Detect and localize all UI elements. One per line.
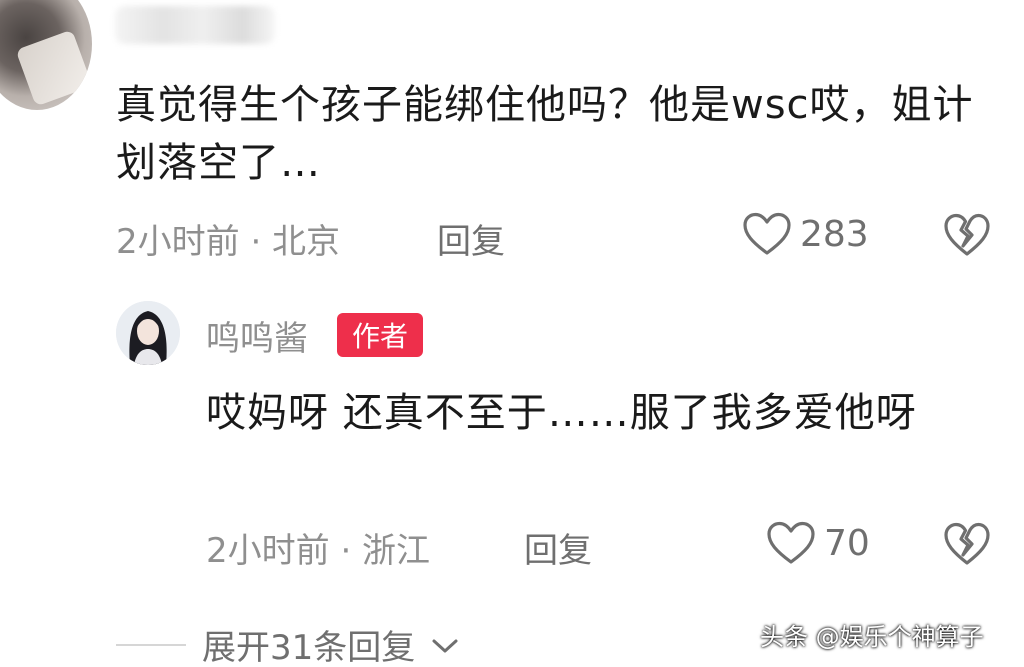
comment-like-button[interactable]: 283	[742, 212, 869, 256]
reply-like-count: 70	[824, 522, 870, 564]
comment-text: 真觉得生个孩子能绑住他吗？他是wsc哎，姐计划落空了…	[116, 82, 974, 186]
broken-heart-icon[interactable]	[943, 522, 991, 570]
commenter-avatar[interactable]	[0, 0, 92, 110]
author-avatar[interactable]	[116, 301, 180, 365]
comment-meta: 2小时前 · 北京	[116, 222, 341, 262]
expand-replies-label: 展开31条回复	[202, 628, 416, 667]
reply-reply-button[interactable]: 回复	[524, 523, 592, 572]
watermark: 头条 @娱乐个神算子	[760, 623, 984, 651]
expand-divider	[116, 643, 186, 646]
heart-icon	[766, 521, 816, 565]
commenter-name-blurred	[115, 6, 275, 44]
comment-reply-button[interactable]: 回复	[437, 214, 505, 263]
comment-thread: 真觉得生个孩子能绑住他吗？他是wsc哎，姐计划落空了… 2小时前 · 北京 回复…	[0, 0, 1024, 667]
reply-like-button[interactable]: 70	[766, 521, 870, 565]
broken-heart-icon[interactable]	[943, 213, 991, 261]
reply-text: 哎妈呀 还真不至于……服了我多爱他呀	[206, 390, 917, 436]
author-badge: 作者	[337, 313, 423, 357]
comment-like-count: 283	[800, 213, 869, 255]
reply-meta: 2小时前 · 浙江	[206, 531, 431, 571]
heart-icon	[742, 212, 792, 256]
author-name[interactable]: 鸣鸣酱	[206, 311, 308, 360]
expand-replies-button[interactable]: 展开31条回复	[116, 620, 459, 667]
chevron-down-icon	[431, 625, 459, 665]
